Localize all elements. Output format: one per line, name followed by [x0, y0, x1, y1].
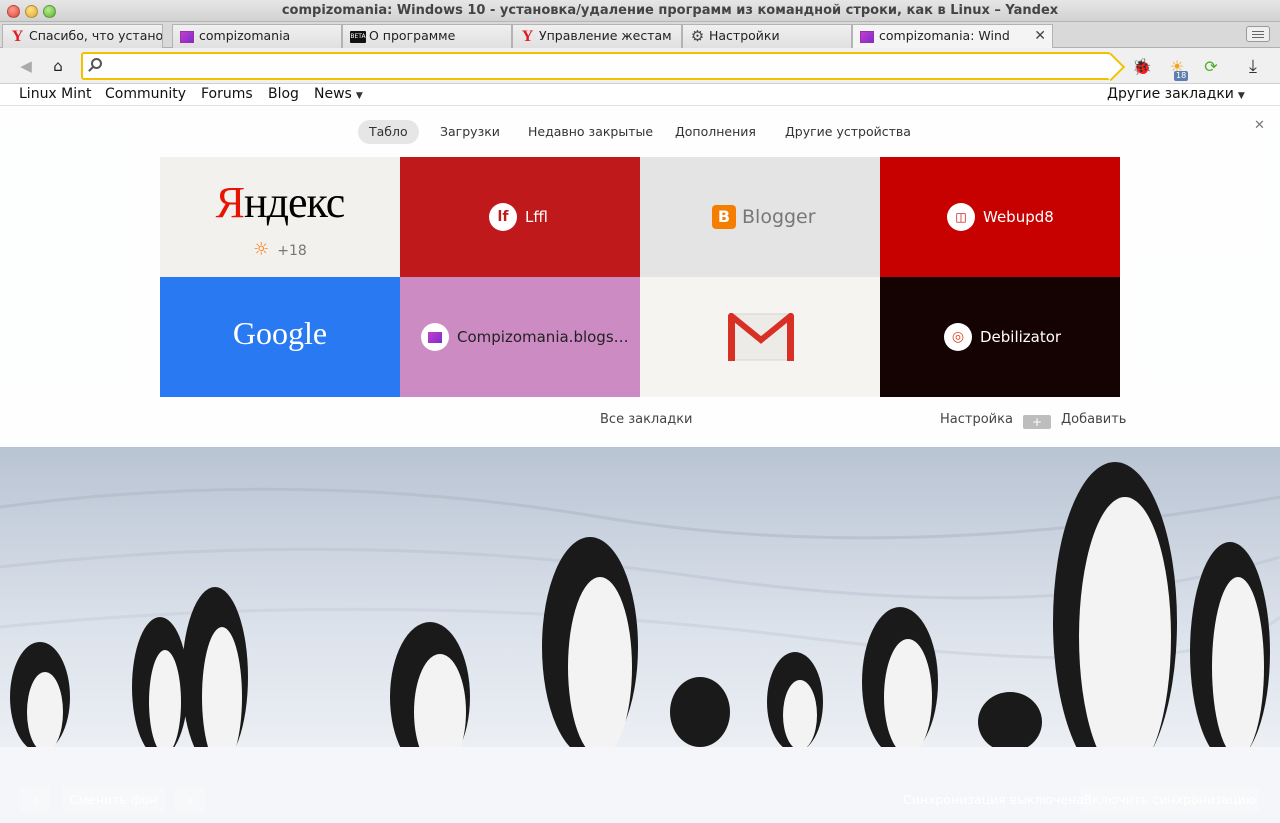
tile-lffl[interactable]: lf Lffl [400, 157, 640, 277]
address-bar[interactable] [81, 52, 1111, 80]
tab-label: О программе [369, 28, 456, 43]
gmail-icon [728, 313, 794, 361]
gear-icon: ⚙ [690, 27, 705, 45]
tile-label-row: ◫ Webupd8 [947, 157, 1054, 277]
ladybug-extension-icon[interactable]: 🐞 [1132, 57, 1152, 77]
address-input[interactable] [109, 56, 1089, 76]
tile-label-row: B Blogger [712, 157, 816, 277]
home-button[interactable]: ⌂ [48, 56, 68, 76]
tab-close-icon[interactable]: ✕ [1034, 25, 1046, 47]
tableau-settings-link[interactable]: Настройка [940, 412, 1013, 427]
sync-status: Синхронизация выключена [903, 792, 1084, 807]
window-titlebar: compizomania: Windows 10 - установка/уда… [0, 0, 1280, 22]
window-title: compizomania: Windows 10 - установка/уда… [281, 3, 1059, 18]
add-tile-link[interactable]: Добавить [1061, 412, 1126, 427]
debilizator-icon: ◎ [944, 323, 972, 351]
tableau-footer: Все закладки Настройка + Добавить [0, 412, 1280, 432]
tab-about[interactable]: BETA О программе [342, 24, 512, 48]
tab-label: Управление жестам [539, 28, 672, 43]
bookmark-community[interactable]: Community [105, 86, 186, 102]
weather-badge: 18 [1174, 71, 1189, 81]
chevron-down-icon: ▼ [1237, 91, 1245, 101]
bookmark-label: Другие закладки [1107, 86, 1234, 102]
chevron-down-icon: ▼ [355, 91, 363, 101]
tab-label: Спасибо, что устано [29, 28, 163, 43]
penguins-illustration [0, 447, 1280, 823]
sun-icon: ☼ [253, 239, 270, 260]
weather-widget: ☼ +18 [160, 239, 400, 260]
tile-debilizator[interactable]: ◎ Debilizator [880, 277, 1120, 397]
bookmark-label: News [314, 86, 352, 102]
tab-strip: Y Спасибо, что устано compizomania BETA … [0, 22, 1280, 49]
back-button[interactable]: ◀ [16, 56, 36, 76]
change-background-button[interactable]: Сменить фон [62, 787, 165, 812]
tile-label: Lffl [525, 208, 548, 226]
sync-extension-icon[interactable]: ⟳ [1201, 57, 1221, 77]
window-close-button[interactable] [7, 5, 20, 18]
tile-label: Google [232, 315, 328, 351]
tab-label: Настройки [709, 28, 780, 43]
tab-settings[interactable]: ⚙ Настройки [682, 24, 852, 48]
toolbar: ◀ ⌂ 🐞 ☀ 18 ⟳ ⤓ [0, 48, 1280, 84]
compizomania-icon [421, 323, 449, 351]
other-bookmarks-folder[interactable]: Другие закладки ▼ [1107, 86, 1245, 102]
beta-icon: BETA [350, 31, 366, 43]
all-bookmarks-link[interactable]: Все закладки [600, 412, 693, 427]
tile-label-row: ◎ Debilizator [944, 277, 1061, 397]
window-minimize-button[interactable] [25, 5, 38, 18]
tab-recently-closed[interactable]: Недавно закрытые [517, 120, 664, 144]
weather-temp: +18 [277, 243, 307, 259]
prev-background-button[interactable]: ‹ [20, 787, 50, 812]
tile-gmail[interactable] [640, 277, 880, 397]
weather-extension-icon[interactable]: ☀ 18 [1167, 57, 1189, 81]
compizomania-icon [180, 31, 194, 43]
newtab-nav: Табло Загрузки Недавно закрытые Дополнен… [0, 120, 1280, 144]
background-photo [0, 447, 1280, 823]
tile-webupd8[interactable]: ◫ Webupd8 [880, 157, 1120, 277]
tile-blogger[interactable]: B Blogger [640, 157, 880, 277]
close-icon[interactable]: ✕ [1254, 118, 1265, 133]
plus-icon[interactable]: + [1023, 415, 1051, 429]
tile-label: Debilizator [980, 328, 1062, 346]
window-maximize-button[interactable] [43, 5, 56, 18]
tile-label-row: lf Lffl [489, 157, 548, 277]
tab-tableau[interactable]: Табло [358, 120, 419, 144]
tile-label-row: Compizomania.blogs… [421, 277, 629, 397]
webupd8-icon: ◫ [947, 203, 975, 231]
tab-downloads[interactable]: Загрузки [429, 120, 511, 144]
tile-label: Webupd8 [983, 208, 1054, 226]
lffl-icon: lf [489, 203, 517, 231]
search-icon [91, 58, 102, 69]
next-background-button[interactable]: › [175, 787, 205, 812]
bookmarks-bar: Linux Mint Community Forums Blog News ▼ Д… [0, 84, 1280, 106]
yandex-icon: Y [521, 28, 534, 45]
tile-label: Blogger [742, 206, 816, 228]
tab-addons[interactable]: Дополнения [664, 120, 767, 144]
compizomania-icon [860, 31, 874, 43]
tab-other-devices[interactable]: Другие устройства [774, 120, 922, 144]
tab-compizomania-windows[interactable]: compizomania: Wind ✕ [852, 24, 1053, 49]
download-icon[interactable]: ⤓ [1243, 57, 1263, 77]
bookmark-forums[interactable]: Forums [201, 86, 253, 102]
yandex-letter-y: Я [215, 178, 245, 227]
tile-compizomania[interactable]: Compizomania.blogs… [400, 277, 640, 397]
blogger-icon: B [712, 205, 736, 229]
tile-google[interactable]: Google [160, 277, 400, 397]
tile-yandex[interactable]: Яндекс ☼ +18 [160, 157, 400, 277]
tab-yandex-thanks[interactable]: Y Спасибо, что устано [2, 24, 163, 48]
tableau-panel: Табло Загрузки Недавно закрытые Дополнен… [0, 106, 1280, 447]
tab-list-button[interactable] [1246, 26, 1270, 42]
tab-label: compizomania: Wind [879, 28, 1010, 43]
tab-gestures[interactable]: Y Управление жестам [512, 24, 682, 48]
tab-label: compizomania [199, 28, 291, 43]
enable-sync-button[interactable]: Включить синхронизацию [1081, 787, 1259, 812]
bookmark-news-folder[interactable]: News ▼ [314, 86, 363, 102]
compizomania-icon-glyph [428, 331, 442, 343]
tab-compizomania[interactable]: compizomania [172, 24, 342, 48]
tile-yandex-logo: Яндекс [215, 178, 346, 227]
tile-label: Compizomania.blogs… [457, 328, 629, 346]
bookmark-blog[interactable]: Blog [268, 86, 299, 102]
yandex-icon: Y [11, 28, 24, 45]
bookmark-linux-mint[interactable]: Linux Mint [19, 86, 92, 102]
